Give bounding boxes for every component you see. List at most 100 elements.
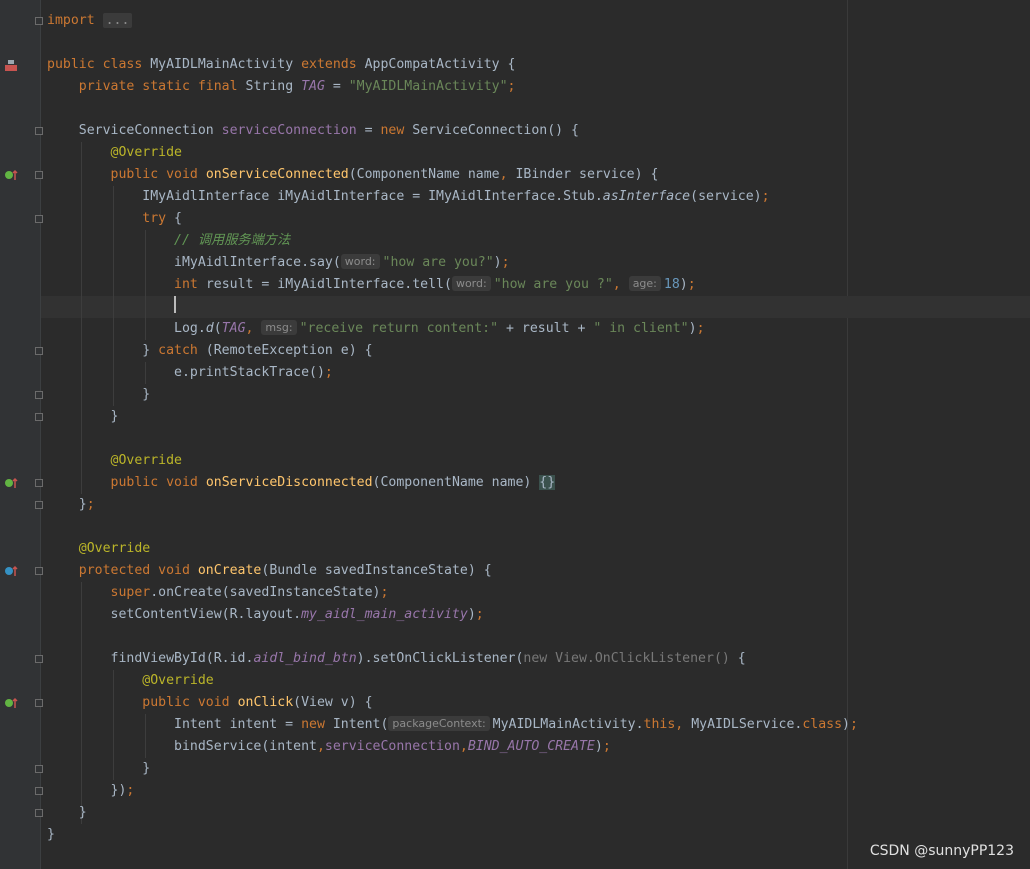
code-content[interactable]: import ... public class MyAIDLMainActivit… [47, 10, 858, 846]
code-token: ( [213, 321, 222, 336]
code-line[interactable]: int result = iMyAidlInterface.tell(word:… [47, 274, 858, 296]
code-line[interactable]: try { [47, 208, 858, 230]
code-token: setContentView(R.layout. [47, 607, 302, 622]
android-activity-class-icon[interactable] [4, 58, 18, 72]
code-line[interactable]: public void onServiceDisconnected(Compon… [47, 472, 858, 494]
code-token: ; [501, 255, 510, 270]
code-line[interactable]: // 调用服务端方法 [47, 230, 858, 252]
code-line[interactable] [47, 32, 858, 54]
overrides-method-icon[interactable] [4, 564, 18, 578]
code-editor[interactable]: import ... public class MyAIDLMainActivit… [0, 0, 1030, 869]
code-token: TAG [221, 321, 246, 336]
fold-toggle-icon[interactable] [35, 501, 43, 509]
implements-method-icon[interactable] [4, 168, 18, 182]
code-line[interactable]: public void onClick(View v) { [47, 692, 858, 714]
code-line[interactable]: iMyAidlInterface.say(word: "how are you?"… [47, 252, 858, 274]
code-token: = [356, 123, 381, 138]
code-line[interactable]: Log.d(TAG, msg: "receive return content:"… [47, 318, 858, 340]
fold-toggle-icon[interactable] [35, 171, 43, 179]
code-token: ) [467, 607, 476, 622]
code-token: ; [475, 607, 484, 622]
code-line[interactable]: public class MyAIDLMainActivity extends … [47, 54, 858, 76]
code-line[interactable]: @Override [47, 450, 858, 472]
code-token: } [47, 827, 55, 842]
code-line[interactable]: public void onServiceConnected(Component… [47, 164, 858, 186]
code-token: ).setOnClickListener( [356, 651, 524, 666]
code-token: ; [761, 189, 770, 204]
fold-toggle-icon[interactable] [35, 127, 43, 135]
code-line[interactable]: IMyAidlInterface iMyAidlInterface = IMyA… [47, 186, 858, 208]
implements-method-icon[interactable] [4, 476, 18, 490]
code-line[interactable]: bindService(intent,serviceConnection,BIN… [47, 736, 858, 758]
fold-toggle-icon[interactable] [35, 479, 43, 487]
code-line[interactable] [47, 428, 858, 450]
editor-gutter[interactable] [0, 0, 40, 869]
code-line[interactable] [47, 98, 858, 120]
code-line[interactable]: e.printStackTrace(); [47, 362, 858, 384]
code-token: this [643, 717, 676, 732]
code-line[interactable]: Intent intent = new Intent(packageContex… [47, 714, 858, 736]
code-line[interactable] [47, 626, 858, 648]
code-token: , [499, 167, 516, 182]
code-token: bindService(intent [47, 739, 317, 754]
code-line[interactable]: @Override [47, 538, 858, 560]
code-line[interactable]: } [47, 406, 858, 428]
code-line[interactable]: } [47, 824, 858, 846]
code-token: = [324, 79, 349, 94]
code-token: @Override [78, 541, 151, 556]
fold-toggle-icon[interactable] [35, 215, 43, 223]
code-token: ; [696, 321, 705, 336]
code-line[interactable]: private static final String TAG = "MyAID… [47, 76, 858, 98]
code-token: import [47, 13, 95, 28]
fold-toggle-icon[interactable] [35, 655, 43, 663]
parameter-hint: age: [628, 276, 661, 291]
fold-toggle-icon[interactable] [35, 347, 43, 355]
code-line[interactable]: } [47, 384, 858, 406]
code-line[interactable] [47, 296, 858, 318]
parameter-hint: msg: [261, 320, 297, 335]
code-token: protected void [78, 563, 198, 578]
code-token: } [47, 497, 87, 512]
code-line[interactable]: import ... [47, 10, 858, 32]
code-token: .onCreate(savedInstanceState) [150, 585, 381, 600]
folded-imports[interactable]: ... [102, 13, 133, 28]
parameter-hint: packageContext: [388, 716, 490, 731]
code-line[interactable]: } catch (RemoteException e) { [47, 340, 858, 362]
code-token: serviceConnection [324, 739, 460, 754]
fold-toggle-icon[interactable] [35, 765, 43, 773]
fold-toggle-icon[interactable] [35, 17, 43, 25]
code-line[interactable]: @Override [47, 670, 858, 692]
code-token: String [245, 79, 302, 94]
code-line[interactable]: } [47, 758, 858, 780]
code-line[interactable] [47, 516, 858, 538]
code-line[interactable]: ServiceConnection serviceConnection = ne… [47, 120, 858, 142]
code-token: ServiceConnection [47, 123, 222, 138]
code-line[interactable]: @Override [47, 142, 858, 164]
code-line[interactable]: } [47, 802, 858, 824]
fold-toggle-icon[interactable] [35, 809, 43, 817]
fold-toggle-icon[interactable] [35, 413, 43, 421]
code-line[interactable]: findViewById(R.id.aidl_bind_btn).setOnCl… [47, 648, 858, 670]
code-token: + result + [498, 321, 594, 336]
fold-toggle-icon[interactable] [35, 391, 43, 399]
code-line[interactable]: setContentView(R.layout.my_aidl_main_act… [47, 604, 858, 626]
fold-toggle-icon[interactable] [35, 787, 43, 795]
parameter-hint: word: [451, 276, 491, 291]
code-token: "how are you ?" [493, 277, 613, 292]
code-line[interactable]: }; [47, 494, 858, 516]
code-token: ; [126, 783, 135, 798]
implements-method-icon[interactable] [4, 696, 18, 710]
code-line[interactable]: super.onCreate(savedInstanceState); [47, 582, 858, 604]
code-line[interactable]: protected void onCreate(Bundle savedInst… [47, 560, 858, 582]
code-line[interactable]: }); [47, 780, 858, 802]
code-token: { [729, 651, 746, 666]
fold-toggle-icon[interactable] [35, 699, 43, 707]
fold-toggle-icon[interactable] [35, 567, 43, 575]
code-token: public void [110, 167, 206, 182]
code-token: onServiceDisconnected [205, 475, 373, 490]
